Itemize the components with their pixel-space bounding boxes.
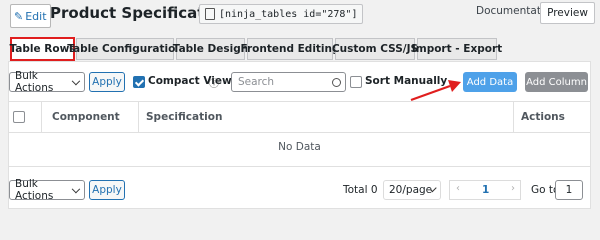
select-all-checkbox[interactable] xyxy=(13,111,25,123)
apply-button-bottom[interactable]: Apply xyxy=(89,180,125,200)
page-size-value: 20/page xyxy=(389,184,433,196)
goto-page-input[interactable]: 1 xyxy=(555,180,583,200)
chevron-right-icon[interactable]: › xyxy=(511,183,515,194)
bulk-actions-value: Bulk Actions xyxy=(15,178,54,202)
column-divider xyxy=(138,102,139,132)
bulk-actions-select-bottom[interactable]: Bulk Actions xyxy=(9,178,85,202)
current-page[interactable]: 1 xyxy=(482,184,489,196)
column-divider xyxy=(513,102,514,132)
column-divider xyxy=(41,102,42,132)
column-header-specification[interactable]: Specification xyxy=(146,102,222,132)
page-size-select[interactable]: 20/page xyxy=(383,180,441,200)
header-divider xyxy=(8,132,591,133)
column-header-component[interactable]: Component xyxy=(52,102,120,132)
total-count: Total 0 xyxy=(343,184,378,196)
pagination: ‹ 1 › xyxy=(449,180,521,200)
empty-state-text: No Data xyxy=(278,141,321,153)
chevron-down-icon xyxy=(72,184,81,193)
column-header-actions: Actions xyxy=(521,111,565,123)
chevron-left-icon[interactable]: ‹ xyxy=(456,183,460,194)
